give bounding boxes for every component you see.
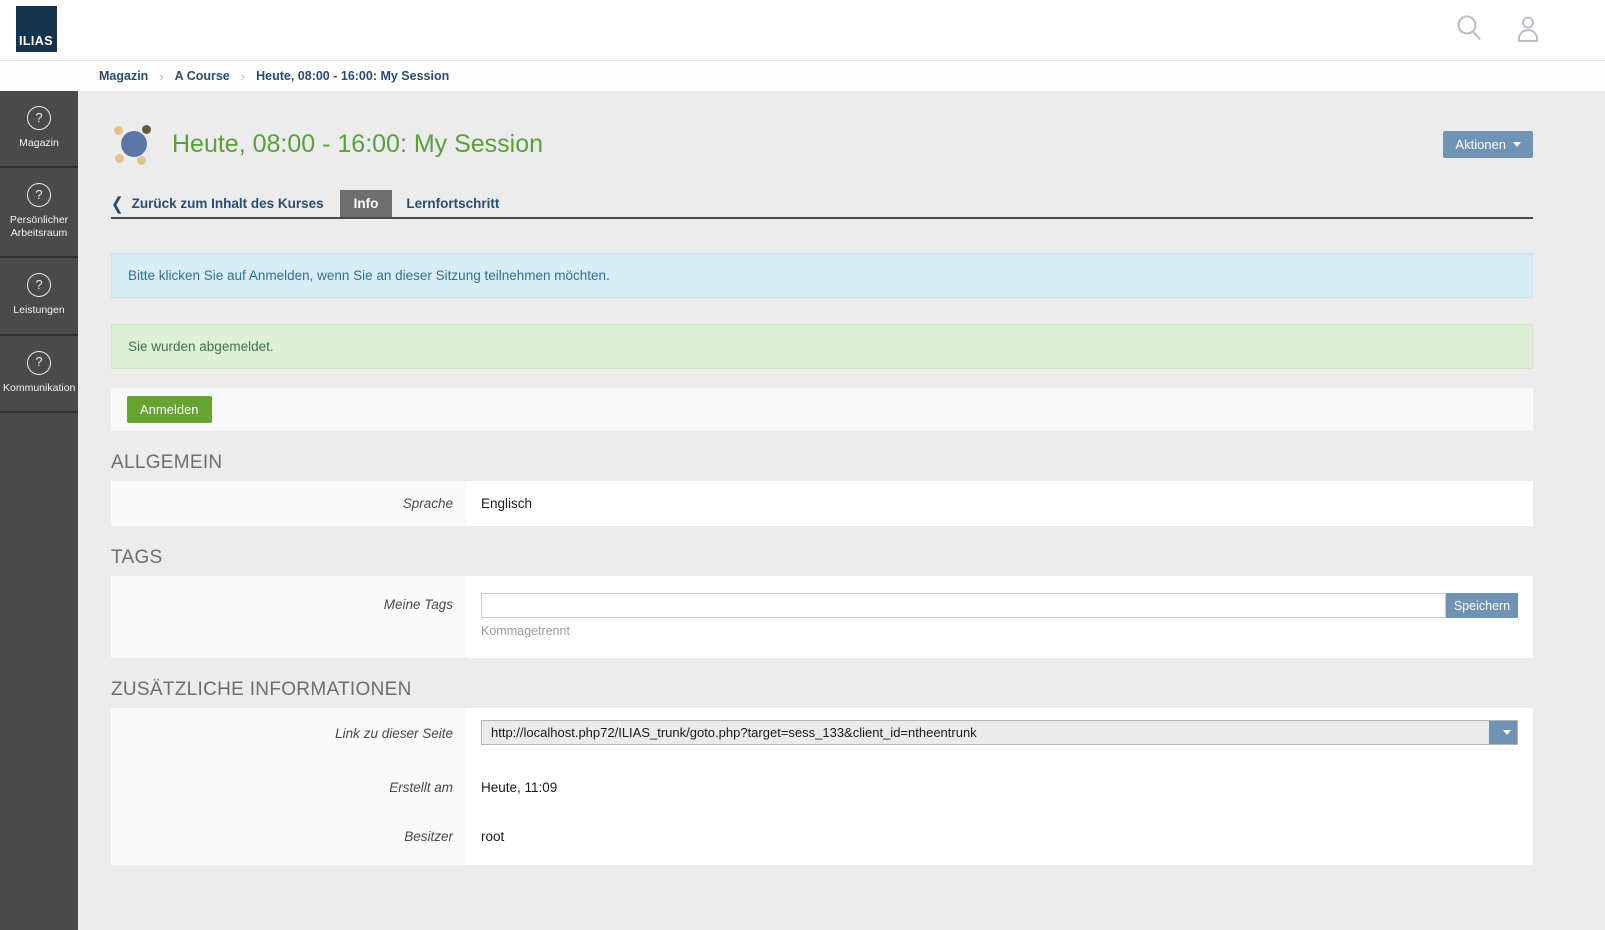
ilias-logo[interactable]: ILIAS — [16, 6, 57, 52]
ilias-page: ILIAS Magazin › A Course › Heute, 08:00 … — [0, 0, 1605, 930]
actions-button-label: Aktionen — [1455, 137, 1506, 152]
search-icon[interactable] — [1455, 14, 1482, 43]
erstellt-am-label: Erstellt am — [111, 760, 467, 809]
sidebar-item-label: Persönlicher Arbeitsraum — [3, 214, 75, 240]
select-dropdown-button[interactable] — [1489, 721, 1517, 744]
actions-button[interactable]: Aktionen — [1443, 131, 1533, 158]
header-icons — [1455, 14, 1541, 43]
breadcrumb: Magazin › A Course › Heute, 08:00 - 16:0… — [0, 60, 1605, 91]
back-link-label: Zurück zum Inhalt des Kurses — [132, 196, 324, 211]
section-allgemein: Sprache Englisch — [111, 481, 1533, 526]
sprache-label: Sprache — [111, 481, 467, 526]
form-row-tags: Meine Tags Speichern Kommagetrennt — [111, 576, 1533, 658]
sidebar-item-label: Leistungen — [3, 304, 75, 317]
meine-tags-label: Meine Tags — [111, 576, 467, 658]
question-mark-icon: ? — [27, 183, 51, 207]
permalink-select[interactable]: http://localhost.php72/ILIAS_trunk/goto.… — [481, 720, 1518, 745]
sidebar-item-leistungen[interactable]: ? Leistungen — [0, 258, 78, 335]
besitzer-label: Besitzer — [111, 809, 467, 865]
form-row-erstellt-am: Erstellt am Heute, 11:09 — [111, 760, 1533, 809]
info-message: Bitte klicken Sie auf Anmelden, wenn Sie… — [111, 253, 1533, 298]
question-mark-icon: ? — [27, 106, 51, 130]
back-to-course-link[interactable]: ❮ Zurück zum Inhalt des Kurses — [111, 195, 324, 213]
caret-down-icon — [1503, 730, 1511, 735]
section-heading-allgemein: ALLGEMEIN — [111, 452, 1533, 474]
user-icon[interactable] — [1515, 14, 1541, 43]
section-heading-tags: TAGS — [111, 547, 1533, 569]
sidebar-item-kommunikation[interactable]: ? Kommunikation — [0, 336, 78, 413]
tab-bar: ❮ Zurück zum Inhalt des Kurses Info Lern… — [111, 190, 1533, 219]
permalink-url: http://localhost.php72/ILIAS_trunk/goto.… — [482, 725, 1489, 740]
breadcrumb-separator-icon: › — [241, 69, 245, 84]
breadcrumb-item-course[interactable]: A Course — [175, 69, 230, 83]
tags-input[interactable] — [481, 593, 1446, 618]
tab-info[interactable]: Info — [340, 190, 393, 217]
form-row-sprache: Sprache Englisch — [111, 481, 1533, 526]
tags-hint: Kommagetrennt — [481, 624, 1518, 638]
form-row-permalink: Link zu dieser Seite http://localhost.ph… — [111, 708, 1533, 760]
sidebar-item-personal-workspace[interactable]: ? Persönlicher Arbeitsraum — [0, 168, 78, 258]
tab-lernfortschritt[interactable]: Lernfortschritt — [392, 190, 513, 217]
session-object-icon — [111, 123, 155, 165]
sprache-value: Englisch — [467, 481, 1533, 526]
page-title: Heute, 08:00 - 16:00: My Session — [172, 130, 543, 159]
sidebar-item-magazin[interactable]: ? Magazin — [0, 91, 78, 168]
breadcrumb-item-session[interactable]: Heute, 08:00 - 16:00: My Session — [256, 69, 449, 83]
tags-input-group: Speichern — [481, 593, 1518, 618]
page-title-row: Heute, 08:00 - 16:00: My Session Aktione… — [111, 120, 1533, 168]
question-mark-icon: ? — [27, 273, 51, 297]
sidebar-item-label: Magazin — [3, 137, 75, 150]
main-content: Heute, 08:00 - 16:00: My Session Aktione… — [78, 0, 1605, 865]
sidebar-item-label: Kommunikation — [3, 382, 75, 395]
besitzer-value: root — [467, 809, 1533, 865]
section-tags: Meine Tags Speichern Kommagetrennt — [111, 576, 1533, 658]
speichern-button[interactable]: Speichern — [1446, 593, 1518, 618]
ilias-logo-text: ILIAS — [19, 34, 53, 48]
breadcrumb-item-magazin[interactable]: Magazin — [99, 69, 148, 83]
permalink-label: Link zu dieser Seite — [111, 708, 467, 760]
anmelden-button[interactable]: Anmelden — [127, 396, 212, 423]
chevron-left-icon: ❮ — [111, 193, 124, 214]
breadcrumb-separator-icon: › — [159, 69, 163, 84]
section-additional-info: Link zu dieser Seite http://localhost.ph… — [111, 708, 1533, 865]
section-heading-zusaetzliche-informationen: ZUSÄTZLICHE INFORMATIONEN — [111, 679, 1533, 701]
question-mark-icon: ? — [27, 351, 51, 375]
form-row-besitzer: Besitzer root — [111, 809, 1533, 865]
top-header: ILIAS — [0, 0, 1605, 60]
erstellt-am-value: Heute, 11:09 — [467, 760, 1533, 809]
success-message: Sie wurden abgemeldet. — [111, 324, 1533, 369]
left-sidebar: ? Magazin ? Persönlicher Arbeitsraum ? L… — [0, 91, 78, 930]
caret-down-icon — [1513, 142, 1521, 147]
command-row: Anmelden — [111, 388, 1533, 431]
